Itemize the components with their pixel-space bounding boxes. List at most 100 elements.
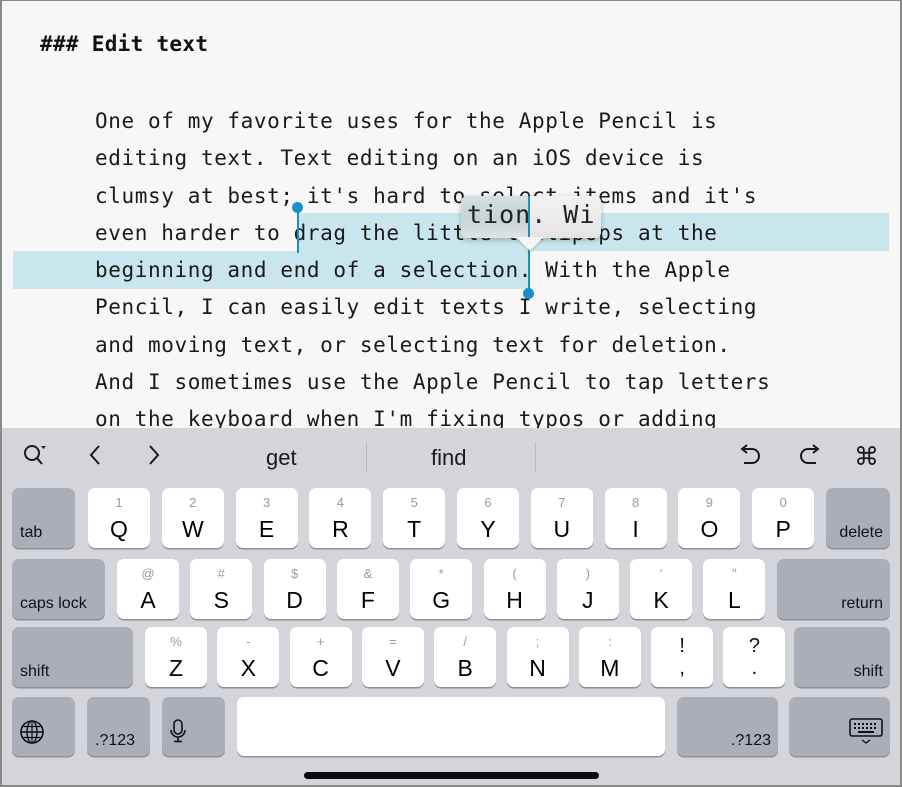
key-b[interactable]: / B [434, 627, 497, 687]
key-alt-label: 8 [631, 495, 640, 510]
numbers-right-key-label: .?123 [730, 732, 771, 749]
suggestion-word[interactable]: find [431, 445, 466, 471]
key-l[interactable]: " L [703, 559, 766, 619]
key-main-label: U [553, 516, 571, 542]
key-q[interactable]: 1Q [88, 488, 150, 548]
key-m[interactable]: :M [578, 627, 641, 687]
paragraph-line: and moving text, or selecting text for d… [95, 333, 731, 357]
selection-start-cursor [297, 208, 299, 253]
key-main-label: . [751, 657, 758, 679]
key-w[interactable]: 2W [161, 488, 224, 548]
redo-icon[interactable] [797, 442, 823, 478]
dismiss-keyboard-key[interactable] [789, 697, 890, 756]
shift-right-key[interactable]: shift [794, 627, 890, 687]
key-o[interactable]: 9O [678, 488, 741, 548]
key-main-label: B [457, 655, 473, 681]
key-main-label: F [360, 587, 375, 613]
key-alt-label: 1 [115, 495, 123, 510]
key-main-label: P [775, 516, 791, 542]
selection-end-handle[interactable] [523, 288, 534, 299]
caps-lock-key-label: caps lock [20, 595, 87, 612]
tab-key[interactable]: tab [12, 488, 75, 548]
key-main-label: V [385, 655, 401, 681]
key-p[interactable]: 0P [752, 488, 815, 548]
key-k[interactable]: ' K [630, 559, 693, 619]
suggestion-word[interactable]: get [266, 445, 297, 471]
magnifier-pointer [516, 237, 544, 251]
key-alt-label: 5 [410, 495, 418, 510]
key-alt-label: 3 [262, 495, 271, 510]
key-alt-label: ! [679, 635, 685, 657]
key-u[interactable]: 7U [530, 488, 593, 548]
key-n[interactable]: ; N [506, 627, 569, 687]
key-alt-label: 7 [558, 495, 566, 510]
key-alt-label: $ [290, 566, 299, 581]
caps-lock-key[interactable]: caps lock [12, 559, 105, 619]
chevron-left-icon[interactable] [86, 442, 104, 476]
key-a[interactable]: @ A [117, 559, 179, 619]
key-alt-label: ? [748, 635, 760, 657]
key-z[interactable]: % Z [145, 627, 207, 687]
search-options-icon[interactable] [22, 442, 48, 476]
return-key-label: return [841, 595, 883, 612]
key-i[interactable]: 8I [604, 488, 667, 548]
command-icon[interactable]: ⌘ [854, 442, 879, 472]
key-t[interactable]: 5T [383, 488, 446, 548]
key-h[interactable]: (H [483, 559, 546, 619]
shift-left-key[interactable]: shift [12, 627, 133, 687]
key-main-label: A [140, 587, 156, 613]
key-v[interactable]: = V [361, 627, 424, 687]
key-alt-label: @ [141, 566, 155, 581]
key-alt-label: ( [512, 566, 517, 581]
globe-key[interactable] [12, 697, 75, 756]
key-c[interactable]: + C [289, 627, 352, 687]
key-y[interactable]: 6Y [457, 488, 519, 548]
divider [535, 442, 536, 472]
key-comma[interactable]: !, [651, 627, 714, 687]
key-alt-label: 4 [336, 495, 344, 510]
key-s[interactable]: # S [190, 559, 253, 619]
key-main-label: O [700, 516, 719, 542]
key-main-label: X [240, 655, 256, 681]
key-main-label: N [529, 655, 546, 681]
shift-right-key-label: shift [853, 663, 883, 680]
key-d[interactable]: $ D [263, 559, 326, 619]
key-main-label: C [312, 655, 329, 681]
undo-icon[interactable] [737, 442, 763, 478]
key-alt-label: / [463, 634, 467, 649]
key-x[interactable]: -X [217, 627, 280, 687]
delete-key[interactable]: delete [826, 488, 890, 548]
key-r[interactable]: 4R [309, 488, 372, 548]
key-j[interactable]: ) J [556, 559, 619, 619]
key-alt-label: & [363, 566, 373, 581]
key-main-label: Y [480, 516, 496, 542]
key-f[interactable]: & F [336, 559, 399, 619]
key-alt-label: % [170, 634, 182, 649]
paragraph-line-selected: beginning and end of a selection. With t… [95, 257, 731, 283]
chevron-right-icon[interactable] [145, 442, 163, 476]
key-main-label: G [432, 587, 451, 613]
space-key[interactable] [237, 697, 665, 756]
key-g[interactable]: * G [410, 559, 473, 619]
home-indicator[interactable] [304, 772, 599, 779]
shift-left-key-label: shift [20, 663, 50, 680]
key-alt-label: + [316, 634, 325, 649]
key-alt-label: 2 [189, 495, 197, 510]
numbers-left-key[interactable]: .?123 [87, 697, 150, 756]
paragraph-line: Pencil, I can easily edit texts I write,… [95, 295, 758, 319]
shortcut-bar: get find ⌘ [0, 428, 902, 486]
key-main-label: W [181, 516, 204, 542]
key-alt-label: : [607, 634, 612, 649]
selected-text: beginning and end of a selection [95, 258, 519, 282]
text-editor[interactable]: ### Edit text One of my favorite uses fo… [0, 0, 902, 428]
return-key[interactable]: return [777, 559, 890, 619]
dictation-key[interactable] [162, 697, 225, 756]
key-e[interactable]: 3E [235, 488, 298, 548]
key-alt-label: 0 [779, 495, 787, 510]
key-alt-label: * [438, 566, 444, 581]
key-main-label: H [506, 587, 523, 613]
numbers-right-key[interactable]: .?123 [677, 697, 778, 756]
key-main-label: Z [168, 655, 184, 681]
key-period[interactable]: ?. [723, 627, 786, 687]
key-main-label: L [727, 587, 741, 613]
